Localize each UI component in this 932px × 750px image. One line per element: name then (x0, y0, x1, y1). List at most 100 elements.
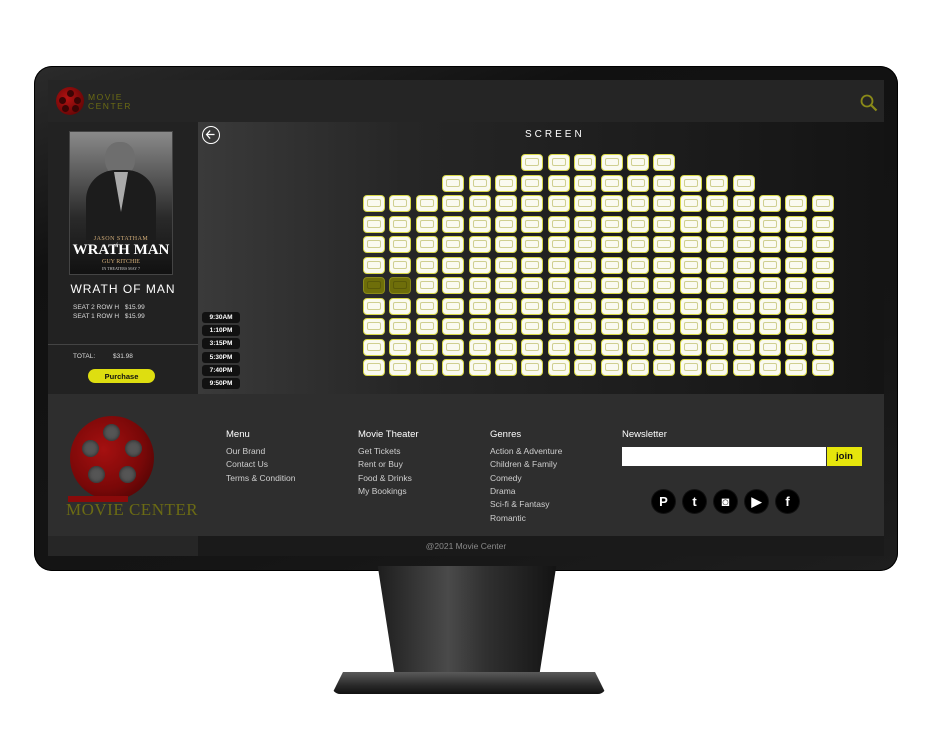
seat[interactable] (547, 215, 570, 233)
seat[interactable] (574, 256, 597, 274)
seat[interactable] (574, 277, 597, 294)
seat[interactable] (415, 359, 438, 376)
seat[interactable] (415, 297, 438, 315)
seat[interactable] (363, 318, 385, 335)
seat[interactable] (574, 154, 597, 171)
seat[interactable] (732, 359, 755, 376)
seat[interactable] (600, 195, 623, 212)
seat[interactable] (521, 215, 544, 233)
seat[interactable] (600, 338, 623, 356)
seat[interactable] (679, 215, 702, 233)
seat[interactable] (442, 236, 465, 253)
seat[interactable] (521, 154, 544, 171)
seat[interactable] (363, 277, 385, 294)
seat[interactable] (468, 297, 491, 315)
seat[interactable] (627, 215, 649, 233)
seat[interactable] (706, 174, 729, 192)
seat[interactable] (547, 174, 570, 192)
seat[interactable] (521, 297, 544, 315)
seat[interactable] (363, 256, 385, 274)
seat[interactable] (547, 359, 570, 376)
seat[interactable] (442, 215, 465, 233)
seat[interactable] (495, 359, 517, 376)
join-button[interactable]: join (827, 447, 862, 466)
seat[interactable] (785, 297, 808, 315)
seat[interactable] (653, 318, 676, 335)
seat[interactable] (600, 154, 623, 171)
seat[interactable] (732, 236, 755, 253)
seat[interactable] (785, 277, 808, 294)
seat[interactable] (495, 215, 517, 233)
seat[interactable] (679, 338, 702, 356)
seat[interactable] (627, 338, 649, 356)
seat[interactable] (706, 318, 729, 335)
seat[interactable] (363, 236, 385, 253)
seat[interactable] (732, 318, 755, 335)
seat[interactable] (627, 174, 649, 192)
seat[interactable] (785, 318, 808, 335)
seat[interactable] (653, 359, 676, 376)
seat[interactable] (653, 256, 676, 274)
seat[interactable] (600, 174, 623, 192)
genre-link[interactable]: Sci-fi & Fantasy (490, 499, 550, 509)
genre-link[interactable]: Romantic (490, 513, 526, 523)
seat[interactable] (574, 195, 597, 212)
seat[interactable] (706, 359, 729, 376)
seat[interactable] (442, 318, 465, 335)
seat[interactable] (759, 318, 781, 335)
seat[interactable] (468, 174, 491, 192)
seat[interactable] (363, 297, 385, 315)
seat[interactable] (627, 195, 649, 212)
youtube-icon[interactable]: ▶ (745, 490, 768, 513)
seat[interactable] (759, 359, 781, 376)
seat[interactable] (811, 338, 834, 356)
seat[interactable] (706, 297, 729, 315)
genre-link[interactable]: Action & Adventure (490, 446, 562, 456)
genre-link[interactable]: Children & Family (490, 459, 557, 469)
seat[interactable] (706, 195, 729, 212)
seat[interactable] (706, 256, 729, 274)
seat[interactable] (495, 195, 517, 212)
seat[interactable] (468, 256, 491, 274)
seat[interactable] (521, 195, 544, 212)
seat[interactable] (600, 318, 623, 335)
seat[interactable] (653, 154, 676, 171)
seat[interactable] (653, 277, 676, 294)
seat[interactable] (732, 215, 755, 233)
seat[interactable] (389, 277, 412, 294)
seat[interactable] (706, 215, 729, 233)
seat[interactable] (547, 318, 570, 335)
seat[interactable] (653, 215, 676, 233)
seat[interactable] (415, 195, 438, 212)
seat[interactable] (521, 174, 544, 192)
seat[interactable] (679, 174, 702, 192)
seat[interactable] (468, 215, 491, 233)
seat[interactable] (627, 154, 649, 171)
genre-link[interactable]: Comedy (490, 473, 522, 483)
seat[interactable] (547, 154, 570, 171)
film-reel-logo-icon[interactable] (56, 87, 84, 115)
seat[interactable] (495, 338, 517, 356)
seat[interactable] (521, 236, 544, 253)
movie-theater-link[interactable]: Rent or Buy (358, 459, 403, 469)
seat[interactable] (811, 215, 834, 233)
seat[interactable] (785, 359, 808, 376)
seat[interactable] (679, 297, 702, 315)
seat[interactable] (468, 318, 491, 335)
seat[interactable] (785, 215, 808, 233)
seat[interactable] (732, 297, 755, 315)
seat[interactable] (811, 318, 834, 335)
movie-theater-link[interactable]: Food & Drinks (358, 473, 412, 483)
showtime-button[interactable]: 9:30AM (202, 312, 240, 323)
seat[interactable] (679, 236, 702, 253)
seat[interactable] (363, 359, 385, 376)
seat[interactable] (574, 174, 597, 192)
seat[interactable] (732, 256, 755, 274)
seat[interactable] (811, 236, 834, 253)
seat[interactable] (389, 236, 412, 253)
menu-link[interactable]: Contact Us (226, 459, 268, 469)
genre-link[interactable]: Drama (490, 486, 516, 496)
seat[interactable] (442, 359, 465, 376)
seat[interactable] (495, 174, 517, 192)
seat[interactable] (627, 359, 649, 376)
